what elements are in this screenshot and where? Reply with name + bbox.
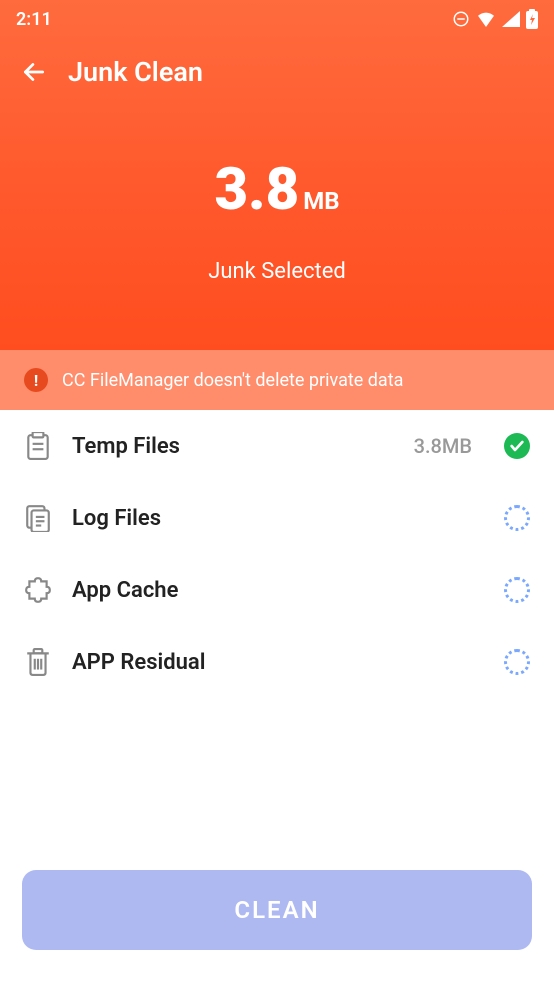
header-gradient: 2:11 Junk Clean 3.8MB Junk Selected bbox=[0, 0, 554, 350]
category-log-files[interactable]: Log Files bbox=[0, 482, 554, 554]
clean-button-container: CLEAN bbox=[22, 870, 532, 950]
size-unit: MB bbox=[303, 187, 339, 215]
category-list: Temp Files 3.8MB Log Files App Cache APP… bbox=[0, 410, 554, 698]
category-label: Temp Files bbox=[72, 434, 394, 459]
battery-icon bbox=[526, 9, 538, 29]
status-icons bbox=[452, 9, 538, 29]
junk-selected-label: Junk Selected bbox=[0, 259, 554, 284]
loading-spinner-icon bbox=[504, 649, 530, 675]
category-label: Log Files bbox=[72, 506, 484, 531]
signal-icon bbox=[502, 11, 520, 27]
loading-spinner-icon bbox=[504, 577, 530, 603]
check-icon[interactable] bbox=[504, 433, 530, 459]
category-label: APP Residual bbox=[72, 650, 484, 675]
page-title: Junk Clean bbox=[68, 56, 203, 88]
clean-button[interactable]: CLEAN bbox=[22, 870, 532, 950]
status-time: 2:11 bbox=[16, 9, 52, 30]
back-button[interactable] bbox=[20, 58, 48, 86]
category-app-residual[interactable]: APP Residual bbox=[0, 626, 554, 698]
category-label: App Cache bbox=[72, 578, 484, 603]
status-bar: 2:11 bbox=[0, 0, 554, 38]
document-icon bbox=[24, 504, 52, 532]
title-bar: Junk Clean bbox=[0, 38, 554, 106]
loading-spinner-icon bbox=[504, 505, 530, 531]
category-size: 3.8MB bbox=[414, 434, 472, 458]
alert-icon: ! bbox=[24, 368, 48, 392]
category-temp-files[interactable]: Temp Files 3.8MB bbox=[0, 410, 554, 482]
wifi-icon bbox=[476, 11, 496, 27]
size-display: 3.8MB bbox=[0, 156, 554, 224]
dnd-icon bbox=[452, 10, 470, 28]
notice-text: CC FileManager doesn't delete private da… bbox=[62, 370, 403, 391]
notice-bar: ! CC FileManager doesn't delete private … bbox=[0, 350, 554, 410]
puzzle-icon bbox=[24, 576, 52, 604]
size-value: 3.8 bbox=[214, 156, 299, 224]
category-app-cache[interactable]: App Cache bbox=[0, 554, 554, 626]
clipboard-icon bbox=[24, 432, 52, 460]
trash-icon bbox=[24, 648, 52, 676]
